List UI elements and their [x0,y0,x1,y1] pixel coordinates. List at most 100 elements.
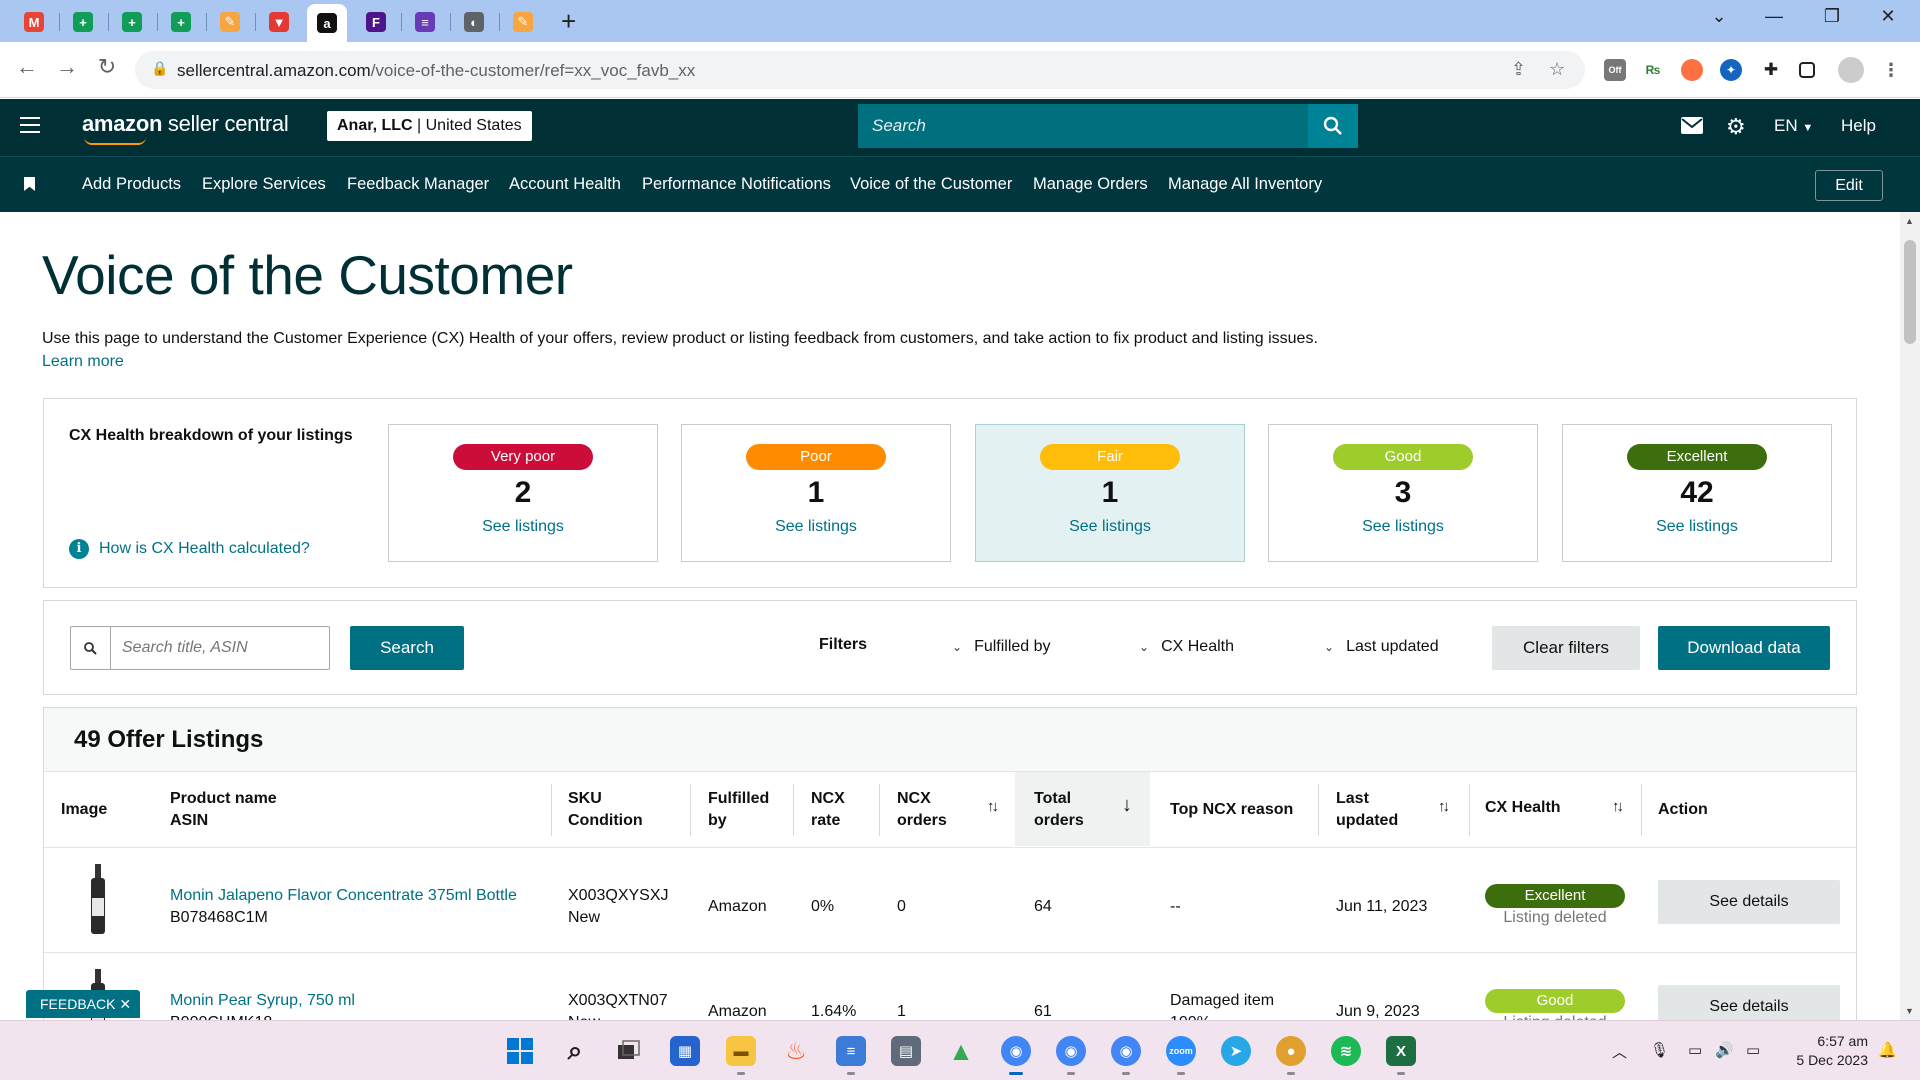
bird-app-icon[interactable]: ● [1276,1036,1306,1075]
share-icon[interactable]: ⇪ [1511,59,1526,80]
cx-health-dropdown[interactable]: ⌄ CX Health [1139,638,1234,656]
taskbar-search-icon[interactable]: ⌕ [560,1035,590,1066]
settings-gear-icon[interactable]: ⚙ [1726,114,1746,140]
extension-off-icon[interactable]: Off [1604,59,1626,81]
language-selector[interactable]: EN ▼ [1774,116,1813,136]
cx-card-fair[interactable]: Fair 1 See listings [975,424,1245,562]
browser-menu-icon[interactable]: ⋮ [1880,59,1902,81]
col-cx-health[interactable]: CX Health [1485,797,1561,819]
cx-card-excellent[interactable]: Excellent 42 See listings [1562,424,1832,562]
flame-app-icon[interactable]: ♨ [781,1036,811,1066]
maximize-icon[interactable]: ❐ [1810,6,1854,27]
forward-icon[interactable]: → [51,54,83,80]
zoom-icon[interactable]: zoom [1166,1036,1196,1075]
extension-blue-icon[interactable]: ✦ [1720,59,1742,81]
browser-tab[interactable]: ◐ [454,7,494,37]
nav-item-performance-notifications[interactable]: Performance Notifications [642,175,831,194]
fulfilled-by-dropdown[interactable]: ⌄ Fulfilled by [952,638,1051,656]
listing-search-button[interactable]: Search [350,626,464,670]
see-listings-link[interactable]: See listings [1269,518,1537,536]
new-tab-button[interactable]: + [561,8,576,34]
tab-search-icon[interactable]: ⌄ [1697,6,1741,27]
browser-tab[interactable]: F [356,7,396,37]
windows-start-icon[interactable] [505,1036,535,1066]
battery-icon[interactable]: ▭ [1746,1041,1760,1059]
file-explorer-icon[interactable]: ▬ [726,1036,756,1075]
nav-item-manage-orders[interactable]: Manage Orders [1033,175,1148,194]
chrome-profile-3-icon[interactable]: ◉ [1111,1036,1141,1075]
microphone-icon[interactable]: 🎙 [1650,1041,1669,1059]
browser-tab[interactable]: ▼ [259,7,299,37]
see-listings-link[interactable]: See listings [976,518,1244,536]
hamburger-menu-icon[interactable] [20,117,40,133]
see-listings-link[interactable]: See listings [389,518,657,536]
listing-search-input[interactable] [112,627,328,669]
browser-tab[interactable]: M [14,7,54,37]
nav-item-account-health[interactable]: Account Health [509,175,621,194]
page-scrollbar[interactable]: ▲ ▼ [1900,212,1920,1020]
feedback-tab[interactable]: FEEDBACK ✕ [26,990,140,1018]
browser-tab[interactable]: ≡ [405,7,445,37]
system-clock[interactable]: 6:57 am 5 Dec 2023 [1792,1032,1868,1070]
browser-tab[interactable]: + [161,7,201,37]
notepad-icon[interactable]: ≡ [836,1036,866,1075]
cx-card-good[interactable]: Good 3 See listings [1268,424,1538,562]
cx-health-help-link[interactable]: i How is CX Health calculated? [69,539,310,559]
header-search-input[interactable] [858,104,1308,148]
minimize-icon[interactable]: — [1752,6,1796,27]
scrollbar-thumb[interactable] [1904,240,1916,344]
address-bar[interactable]: 🔒 sellercentral.amazon.com/voice-of-the-… [135,51,1585,89]
telegram-icon[interactable]: ➤ [1221,1036,1251,1066]
browser-tab[interactable]: ✎ [503,7,543,37]
cx-card-very-poor[interactable]: Very poor 2 See listings [388,424,658,562]
cx-card-poor[interactable]: Poor 1 See listings [681,424,951,562]
see-listings-link[interactable]: See listings [1563,518,1831,536]
see-listings-link[interactable]: See listings [682,518,950,536]
browser-tab[interactable]: + [112,7,152,37]
show-hidden-icons[interactable]: ︿ [1612,1041,1627,1062]
last-updated-dropdown[interactable]: ⌄ Last updated [1324,638,1439,656]
network-icon[interactable]: ▭ [1688,1041,1702,1059]
col-last-updated[interactable]: Last updated [1336,788,1398,832]
edit-nav-button[interactable]: Edit [1815,170,1883,201]
nav-item-voice-of-the-customer[interactable]: Voice of the Customer [850,175,1012,194]
calculator-icon[interactable]: ▤ [891,1036,921,1066]
learn-more-link[interactable]: Learn more [42,353,124,371]
sort-icon[interactable]: ↑↓ [1612,798,1624,815]
nav-item-add-products[interactable]: Add Products [82,175,181,194]
browser-tab[interactable]: a [307,4,347,42]
profile-avatar[interactable] [1838,57,1864,83]
task-view-icon[interactable] [614,1036,644,1066]
product-name-link[interactable]: Monin Pear Syrup, 750 ml [170,990,355,1012]
notification-bell-icon[interactable]: 🔔 [1878,1041,1897,1059]
microsoft-store-icon[interactable]: ▦ [670,1036,700,1066]
product-name-link[interactable]: Monin Jalapeno Flavor Concentrate 375ml … [170,885,517,907]
seller-central-logo[interactable]: amazon seller central [82,111,289,145]
chrome-profile-2-icon[interactable]: ◉ [1056,1036,1086,1075]
bookmark-star-icon[interactable]: ☆ [1549,59,1565,80]
volume-icon[interactable]: 🔊 [1715,1041,1734,1059]
mail-icon[interactable] [1681,117,1703,139]
account-switcher[interactable]: Anar, LLC | United States [327,111,532,141]
col-ncx-orders[interactable]: NCX orders [897,788,947,832]
sort-icon[interactable]: ↑↓ [987,798,999,815]
col-total-orders[interactable]: Total orders [1034,788,1084,832]
side-panel-icon[interactable] [1799,62,1815,78]
extensions-puzzle-icon[interactable]: ✚ [1760,59,1782,81]
extension-rs-icon[interactable]: ₨ [1642,59,1664,81]
browser-tab[interactable]: ✎ [210,7,250,37]
clear-filters-button[interactable]: Clear filters [1492,626,1640,670]
sort-icon[interactable]: ↑↓ [1438,798,1450,815]
sort-descending-icon[interactable]: ↓ [1122,794,1132,817]
bookmark-icon[interactable] [24,177,35,191]
back-icon[interactable]: ← [11,54,43,80]
nav-item-feedback-manager[interactable]: Feedback Manager [347,175,489,194]
nav-item-explore-services[interactable]: Explore Services [202,175,326,194]
product-image[interactable] [89,864,107,936]
help-link[interactable]: Help [1841,116,1876,136]
nav-item-manage-all-inventory[interactable]: Manage All Inventory [1168,175,1322,194]
excel-icon[interactable]: X [1386,1036,1416,1075]
header-search-button[interactable] [1308,104,1358,148]
close-window-icon[interactable]: ✕ [1866,6,1910,27]
chrome-icon[interactable]: ◉ [1001,1036,1031,1075]
